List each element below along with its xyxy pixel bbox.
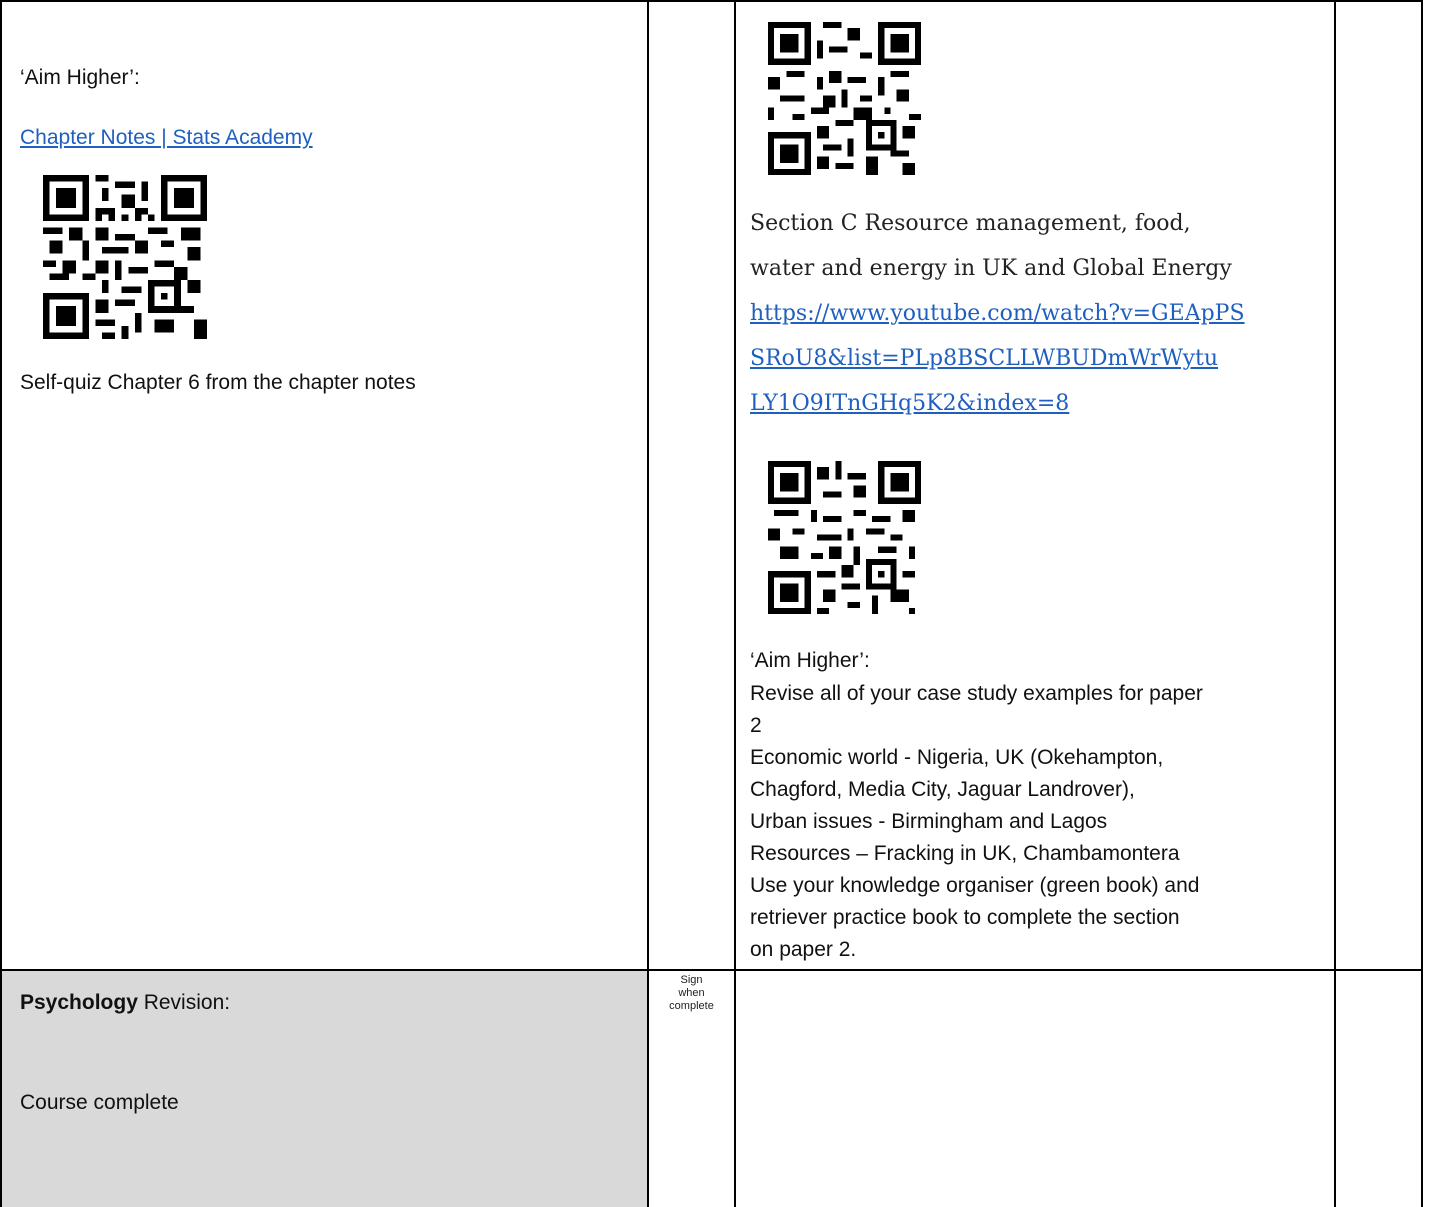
- table-border: [0, 0, 1423, 2]
- self-quiz-text: Self-quiz Chapter 6 from the chapter not…: [20, 371, 416, 394]
- qr-code: [768, 22, 921, 175]
- chapter-notes-link[interactable]: Chapter Notes | Stats Academy: [20, 125, 313, 151]
- qr-code: [768, 461, 921, 614]
- aim-higher-line: Economic world - Nigeria, UK (Okehampton…: [750, 746, 1164, 769]
- qr-code: [43, 175, 207, 339]
- aim-higher-line: retriever practice book to complete the …: [750, 906, 1180, 929]
- subject-name: Psychology: [20, 991, 138, 1014]
- section-c-title-line1: Section C Resource management, food,: [750, 211, 1191, 236]
- sign-when-complete-line2: when: [678, 987, 705, 999]
- aim-higher-label: ‘Aim Higher’:: [20, 66, 140, 89]
- aim-higher-line: Use your knowledge organiser (green book…: [750, 874, 1200, 897]
- section-c-title-line2: water and energy in UK and Global Energy: [750, 256, 1232, 281]
- youtube-link-line1[interactable]: https://www.youtube.com/watch?v=GEApPS: [750, 291, 1245, 336]
- youtube-link-line2[interactable]: SRoU8&list=PLp8BSCLLWBUDmWrWytu: [750, 336, 1218, 381]
- aim-higher-line: Resources – Fracking in UK, Chambamonter…: [750, 842, 1180, 865]
- tick-box[interactable]: [1336, 971, 1421, 1207]
- table-border: [1421, 0, 1423, 1207]
- aim-higher-line: 2: [750, 714, 762, 737]
- aim-higher-label-right: ‘Aim Higher’:: [750, 649, 870, 672]
- sign-when-complete-line3: complete: [669, 1000, 714, 1012]
- sign-when-complete-line1: Sign: [680, 974, 703, 986]
- revision-label: Revision:: [137, 991, 231, 1014]
- course-status: Course complete: [20, 1091, 179, 1114]
- aim-higher-line: on paper 2.: [750, 938, 857, 961]
- psychology-heading: Psychology Revision:: [20, 990, 230, 1016]
- table-border: [647, 0, 649, 1207]
- aim-higher-line: Chagford, Media City, Jaguar Landrover),: [750, 778, 1135, 801]
- signature-box[interactable]: [736, 971, 1334, 1207]
- aim-higher-line: Urban issues - Birmingham and Lagos: [750, 810, 1108, 833]
- table-border: [0, 0, 2, 1207]
- aim-higher-line: Revise all of your case study examples f…: [750, 682, 1203, 705]
- youtube-link-line3[interactable]: LY1O9ITnGHq5K2&index=8: [750, 381, 1069, 426]
- document-table: ‘Aim Higher’: Chapter Notes | Stats Acad…: [0, 0, 1430, 1207]
